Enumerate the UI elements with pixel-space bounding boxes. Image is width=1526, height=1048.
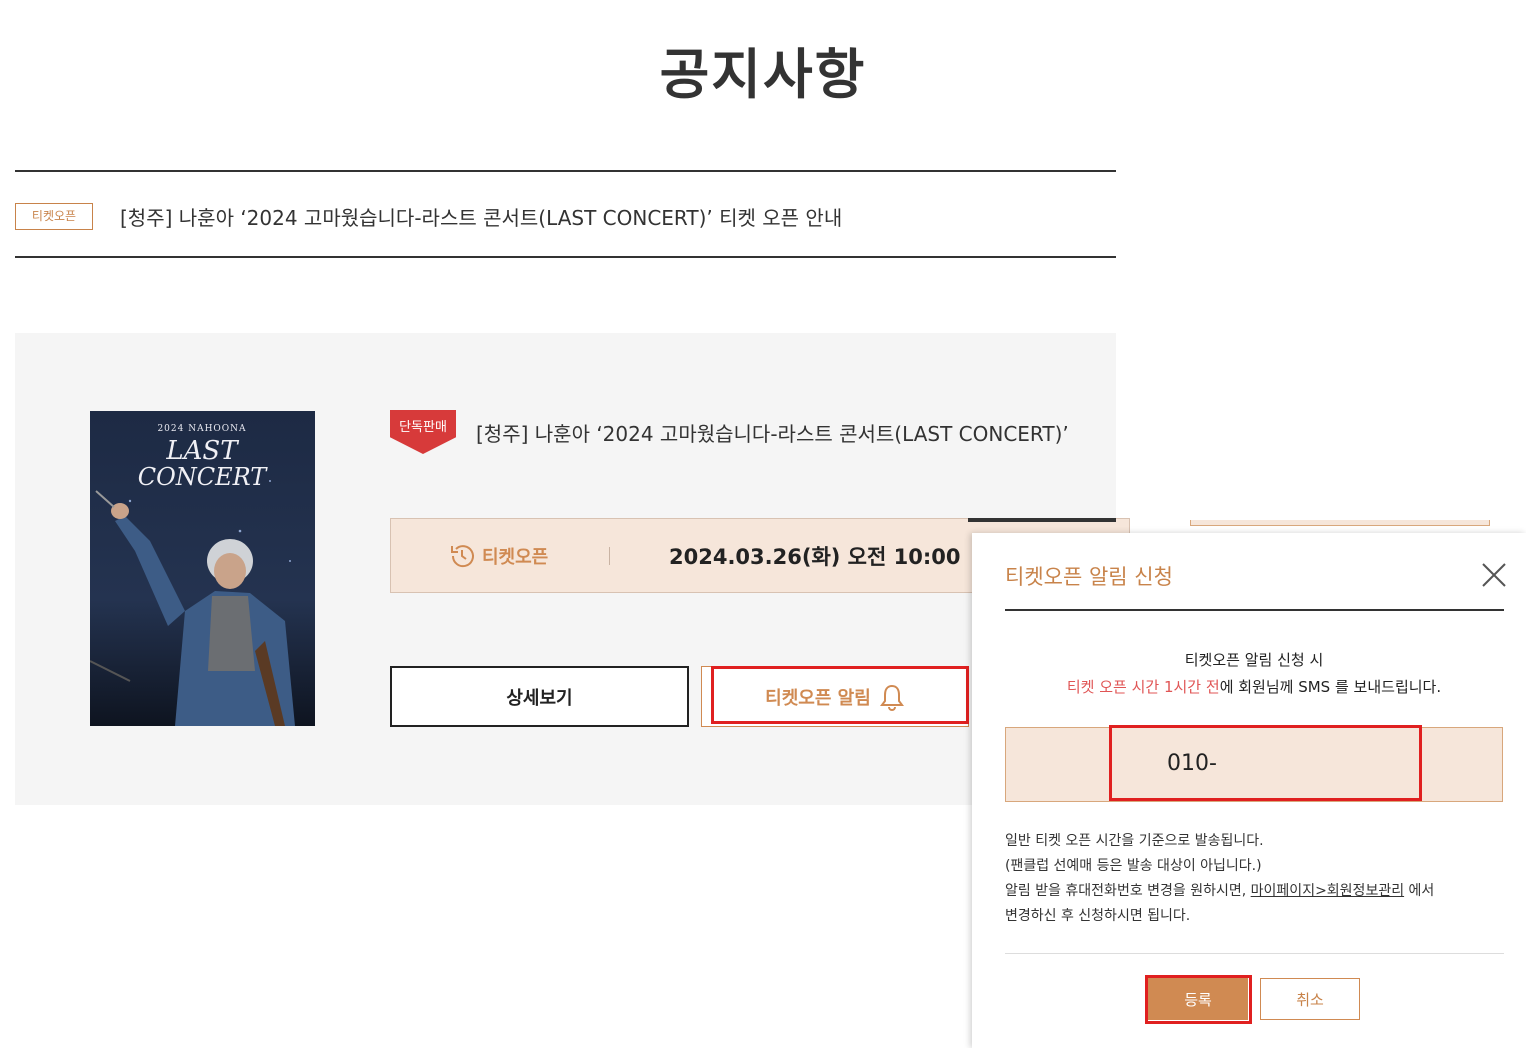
tab-underline (968, 518, 1116, 522)
poster-top-text: 2024 NAHOONA (157, 424, 246, 434)
bell-icon (879, 684, 904, 711)
modal-title: 티켓오픈 알림 신청 (1005, 565, 1173, 589)
history-icon (451, 545, 474, 568)
ticket-open-date: 2024.03.26(화) 오전 10:00 (669, 545, 961, 569)
poster-line1-text: LAST (165, 436, 239, 466)
page-title: 공지사항 (659, 43, 867, 106)
ticket-open-badge: 티켓오픈 (15, 203, 93, 230)
notice-row[interactable]: 티켓오픈 [청주] 나훈아 ‘2024 고마웠습니다-라스트 콘서트(LAST … (15, 170, 1116, 258)
sms-rest-text: 에 회원님께 SMS 를 보내드립니다. (1219, 678, 1442, 696)
cancel-button[interactable]: 취소 (1260, 978, 1360, 1020)
poster-image: 2024 NAHOONA LAST CONCERT (90, 411, 315, 726)
phone-number-input[interactable] (1109, 725, 1422, 801)
sms-timing-text: 티켓 오픈 시간 1시간 전 (1066, 678, 1220, 696)
tab-edge (1190, 520, 1490, 526)
exclusive-sale-label: 단독판매 (399, 420, 447, 435)
ticket-open-label: 티켓오픈 (448, 540, 548, 572)
note-line: 변경하신 후 신청하시면 됩니다. (1005, 908, 1191, 924)
note-line: 일반 티켓 오픈 시간을 기준으로 발송됩니다. (1005, 833, 1264, 849)
concert-poster[interactable]: 2024 NAHOONA LAST CONCERT (90, 411, 315, 726)
ticket-alarm-modal: 티켓오픈 알림 신청 티켓오픈 알림 신청 시 티켓 오픈 시간 1시간 전에 … (972, 533, 1526, 1048)
modal-notes: 일반 티켓 오픈 시간을 기준으로 발송됩니다. (팬클럽 선예매 등은 발송 … (1005, 829, 1434, 929)
note-line: 알림 받을 휴대전화번호 변경을 원하시면, 마이페이지>회원정보관리 에서 (1005, 883, 1435, 899)
modal-description: 티켓오픈 알림 신청 시 (1184, 651, 1324, 669)
notice-title[interactable]: [청주] 나훈아 ‘2024 고마웠습니다-라스트 콘서트(LAST CONCE… (120, 202, 842, 231)
note-line: (팬클럽 선예매 등은 발송 대상이 아닙니다.) (1005, 858, 1262, 874)
event-title: [청주] 나훈아 ‘2024 고마웠습니다-라스트 콘서트(LAST CONCE… (476, 422, 1069, 446)
modal-footer-divider (1005, 953, 1504, 954)
register-button[interactable]: 등록 (1148, 978, 1248, 1020)
divider (609, 547, 610, 565)
modal-header-divider (1005, 609, 1504, 611)
ticket-alarm-label: 티켓오픈 알림 (765, 687, 871, 709)
detail-button[interactable]: 상세보기 (390, 666, 689, 727)
exclusive-sale-badge: 단독판매 (390, 410, 456, 454)
mypage-member-info-link[interactable]: 마이페이지>회원정보관리 (1251, 883, 1404, 899)
modal-sms-description: 티켓 오픈 시간 1시간 전에 회원님께 SMS 를 보내드립니다. (972, 676, 1526, 697)
ticket-open-label-text: 티켓오픈 (482, 547, 549, 568)
poster-line2-text: CONCERT (138, 463, 269, 491)
ticket-alarm-button[interactable]: 티켓오픈 알림 (701, 666, 969, 727)
close-icon[interactable] (1480, 561, 1508, 589)
